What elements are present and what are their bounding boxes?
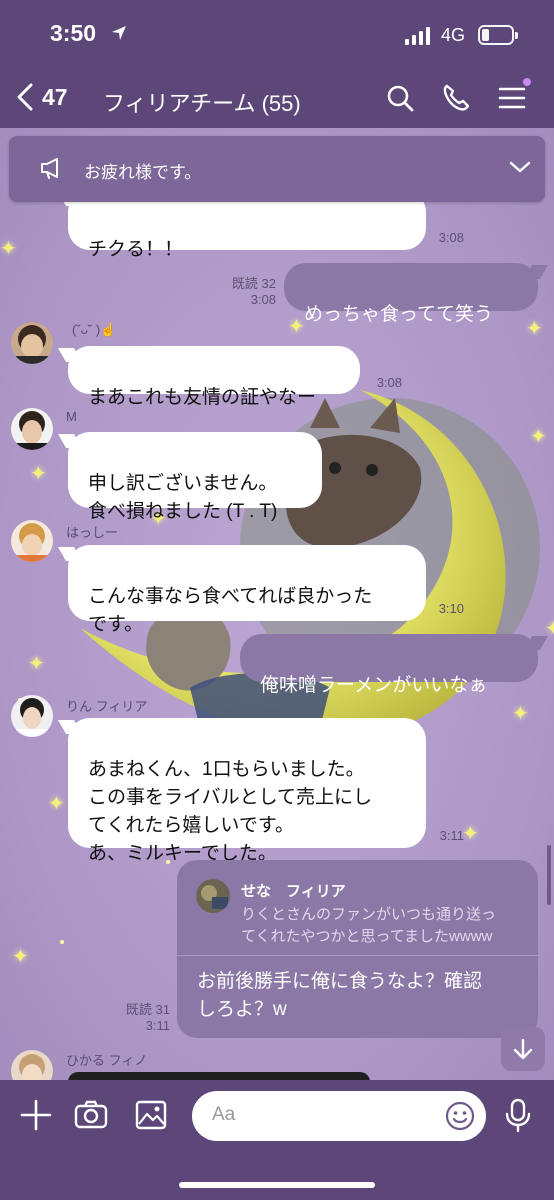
battery-level: [482, 29, 489, 41]
quoted-thumbnail: [196, 879, 230, 913]
message-text: 俺味噌ラーメンがいいなぁ: [260, 675, 488, 696]
scrollbar[interactable]: [547, 845, 551, 905]
read-receipt: 既読 32 3:08: [231, 276, 276, 307]
plus-icon[interactable]: [18, 1097, 54, 1133]
message-text: チクる！！: [88, 239, 184, 260]
back-chevron-icon: [17, 83, 33, 111]
message-bubble-2[interactable]: めっちゃ食ってて笑う: [284, 263, 538, 325]
avatar[interactable]: [11, 695, 53, 737]
notification-dot: [523, 78, 531, 86]
battery-icon: [478, 25, 518, 45]
sender-name: (˘ᴗ˘ )☝: [72, 322, 117, 337]
announcement-text: お疲れ様です。: [84, 163, 202, 182]
message-time: 3:08: [438, 230, 464, 245]
message-time: 3:08: [376, 375, 402, 390]
signal-icon: [405, 27, 430, 45]
network-type: 4G: [441, 25, 466, 45]
chat-title[interactable]: フィリアチーム (55): [103, 86, 301, 118]
microphone-icon[interactable]: [500, 1097, 536, 1133]
quoted-message[interactable]: せな フィリア りくとさんのファンがいつも通り送っ てくれたやつかと思ってました…: [177, 860, 538, 956]
sender-name: M: [66, 409, 77, 424]
read-receipt: 既読 31 3:11: [125, 1002, 170, 1033]
avatar[interactable]: [11, 408, 53, 450]
chevron-down-icon[interactable]: [509, 160, 531, 174]
camera-icon[interactable]: [73, 1097, 109, 1133]
status-time: 3:50: [50, 20, 97, 46]
arrow-down-icon: [513, 1038, 533, 1060]
back-button[interactable]: 47: [14, 82, 68, 112]
home-indicator: [179, 1182, 375, 1188]
message-text: 申し訳ございません。 食べ損ねました (T . T): [88, 473, 278, 522]
message-bubble-3[interactable]: まあこれも友情の証やなー: [68, 346, 360, 408]
message-input[interactable]: Aa: [192, 1091, 486, 1141]
quoted-text: りくとさんのファンがいつも通り送っ てくれたやつかと思ってましたwwww: [241, 906, 497, 945]
sender-name: ひかる フィノ: [66, 1053, 148, 1068]
message-text: お前後勝手に俺に食うなよ？確認 しろよ？w: [197, 971, 483, 1020]
message-bubble-4[interactable]: 申し訳ございません。 食べ損ねました (T . T): [68, 432, 322, 522]
unread-count: 47: [42, 83, 68, 110]
avatar[interactable]: [11, 520, 53, 562]
emoji-icon[interactable]: [444, 1100, 476, 1132]
search-icon[interactable]: [384, 82, 416, 114]
megaphone-icon: [41, 158, 58, 179]
sender-name: りん フィリア: [66, 699, 148, 714]
scroll-to-bottom-button[interactable]: [501, 1027, 545, 1071]
message-text: まあこれも友情の証やなー: [88, 387, 317, 408]
message-bubble-5[interactable]: こんな事なら食べてれば良かった です。: [68, 545, 426, 635]
message-text: めっちゃ食ってて笑う: [304, 304, 494, 325]
location-arrow-icon: [112, 26, 126, 40]
reply-message-bubble[interactable]: せな フィリア りくとさんのファンがいつも通り送っ てくれたやつかと思ってました…: [177, 860, 538, 1038]
message-time: 3:10: [438, 601, 464, 616]
image-icon[interactable]: [133, 1097, 169, 1133]
message-bubble-7[interactable]: あまねくん、1口もらいました。 この事をライバルとして売上にし てくれたら嬉しい…: [68, 718, 426, 864]
message-bubble-6[interactable]: 俺味噌ラーメンがいいなぁ: [240, 634, 538, 696]
top-bar: 3:50 4G 47 フィリアチーム (55): [0, 0, 554, 128]
announcement-banner[interactable]: お疲れ様です。: [9, 136, 545, 202]
message-input-placeholder: Aa: [212, 1104, 236, 1125]
message-time: 3:11: [439, 828, 464, 843]
menu-icon[interactable]: [496, 82, 528, 114]
avatar[interactable]: [11, 322, 53, 364]
phone-icon[interactable]: [440, 82, 472, 114]
sender-name: はっしー: [66, 525, 119, 540]
quoted-sender: せな フィリア: [241, 883, 346, 900]
